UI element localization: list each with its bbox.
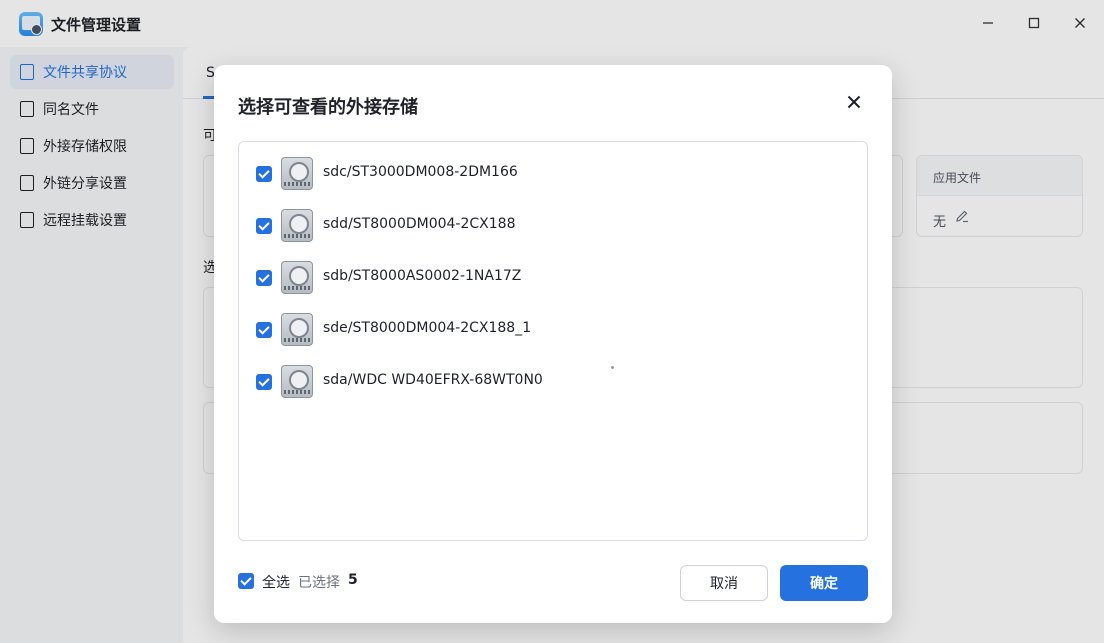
confirm-button[interactable]: 确定 [780, 565, 868, 601]
hard-drive-icon [281, 157, 313, 190]
dialog-title: 选择可查看的外接存储 [238, 97, 418, 118]
select-storage-dialog: 选择可查看的外接存储 sdc/ST3000DM008-2DM166 sdd/ST… [214, 65, 892, 623]
drive-checkbox[interactable] [256, 166, 272, 182]
list-item[interactable]: sde/ST8000DM004-2CX188_1 [239, 304, 867, 356]
drive-name: sdd/ST8000DM004-2CX188 [323, 216, 516, 232]
hard-drive-icon [281, 313, 313, 346]
close-icon[interactable] [844, 92, 864, 112]
selected-count: 5 [348, 572, 358, 588]
hard-drive-icon [281, 365, 313, 398]
hard-drive-icon [281, 209, 313, 242]
select-all-label[interactable]: 全选 [262, 572, 290, 592]
drive-name: sda/WDC WD40EFRX-68WT0N0 [323, 372, 543, 388]
drive-name: sde/ST8000DM004-2CX188_1 [323, 320, 532, 336]
drive-list: sdc/ST3000DM008-2DM166 sdd/ST8000DM004-2… [238, 141, 868, 541]
list-item[interactable]: sdd/ST8000DM004-2CX188 [239, 200, 867, 252]
drive-checkbox[interactable] [256, 270, 272, 286]
list-item[interactable]: sdb/ST8000AS0002-1NA17Z [239, 252, 867, 304]
select-all-checkbox[interactable] [238, 573, 254, 589]
hard-drive-icon [281, 261, 313, 294]
loading-dot [611, 366, 614, 369]
drive-checkbox[interactable] [256, 374, 272, 390]
list-item[interactable]: sdc/ST3000DM008-2DM166 [239, 148, 867, 200]
list-item[interactable]: sda/WDC WD40EFRX-68WT0N0 [239, 356, 867, 408]
drive-checkbox[interactable] [256, 322, 272, 338]
drive-name: sdc/ST3000DM008-2DM166 [323, 164, 518, 180]
selected-label: 已选择 [298, 575, 340, 591]
drive-checkbox[interactable] [256, 218, 272, 234]
drive-name: sdb/ST8000AS0002-1NA17Z [323, 268, 522, 284]
cancel-button[interactable]: 取消 [680, 565, 768, 601]
